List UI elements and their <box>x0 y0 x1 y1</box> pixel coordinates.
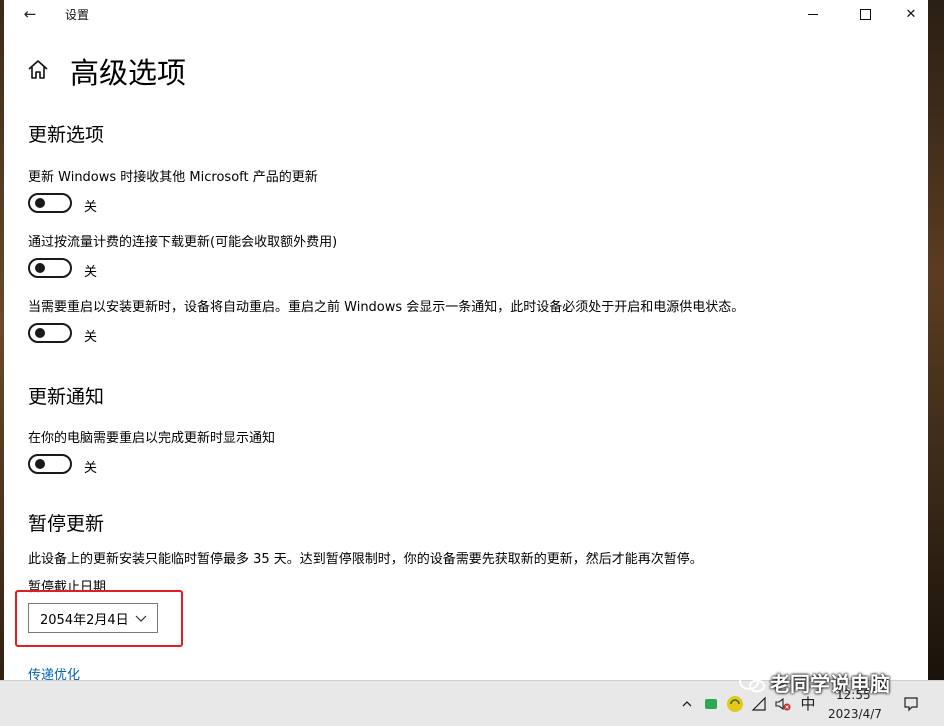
setting-label-auto-restart: 当需要重启以安装更新时，设备将自动重启。重启之前 Windows 会显示一条通知… <box>28 300 745 315</box>
title-bar: ← 设置 ✕ <box>4 0 928 28</box>
minimize-icon <box>808 13 818 15</box>
pause-date-dropdown[interactable]: 2054年2月4日 <box>28 603 158 633</box>
clock-time[interactable]: 12:55 <box>836 688 871 702</box>
network-icon <box>751 696 766 711</box>
toggle-knob <box>35 263 45 273</box>
back-button[interactable]: ← <box>18 4 42 24</box>
section-title-pause-updates: 暂停更新 <box>28 513 105 535</box>
setting-label-restart-notify: 在你的电脑需要重启以完成更新时显示通知 <box>28 431 276 446</box>
toggle-state-metered: 关 <box>84 265 98 280</box>
toggle-knob <box>35 198 45 208</box>
close-button[interactable]: ✕ <box>888 0 928 28</box>
toggle-state-other-products: 关 <box>84 200 98 215</box>
close-icon: ✕ <box>905 6 917 22</box>
tray-app-button[interactable] <box>700 681 722 726</box>
settings-window: ← 设置 ✕ 高级选项 更新选项 更新 Windows 时接收其他 Micros… <box>4 0 928 680</box>
minimize-button[interactable] <box>790 0 836 28</box>
page-title: 高级选项 <box>70 56 187 90</box>
window-title: 设置 <box>65 8 90 22</box>
home-icon[interactable] <box>26 58 50 82</box>
watermark-text: 老同学说电脑 <box>770 672 890 696</box>
toggle-auto-restart[interactable] <box>28 323 72 343</box>
setting-label-other-products: 更新 Windows 时接收其他 Microsoft 产品的更新 <box>28 170 318 185</box>
tray-app-icon <box>705 698 717 709</box>
notification-icon <box>904 696 918 711</box>
maximize-icon <box>859 8 871 20</box>
show-hidden-icons-button[interactable] <box>676 681 698 726</box>
section-title-update-notify: 更新通知 <box>28 386 105 408</box>
toggle-knob <box>35 328 45 338</box>
chevron-up-icon <box>682 700 692 706</box>
pause-date-value: 2054年2月4日 <box>40 612 129 628</box>
toggle-state-restart-notify: 关 <box>84 461 98 476</box>
chevron-down-icon <box>135 615 147 622</box>
sync-icon <box>727 695 743 712</box>
desktop-background <box>928 0 944 680</box>
delivery-optimization-link[interactable]: 传递优化 <box>28 664 80 680</box>
toggle-other-products[interactable] <box>28 193 72 213</box>
maximize-button[interactable] <box>842 0 888 28</box>
toggle-state-auto-restart: 关 <box>84 330 98 345</box>
back-arrow-icon: ← <box>23 5 37 23</box>
toggle-knob <box>35 459 45 469</box>
pause-description: 此设备上的更新安装只能临时暂停最多 35 天。达到暂停限制时，你的设备需要先获取… <box>28 552 703 567</box>
wechat-watermark-icon <box>739 674 765 693</box>
setting-label-metered: 通过按流量计费的连接下载更新(可能会收取额外费用) <box>28 235 338 250</box>
volume-muted-icon <box>775 697 791 710</box>
toggle-metered[interactable] <box>28 258 72 278</box>
clock-date[interactable]: 2023/4/7 <box>828 707 882 721</box>
toggle-restart-notify[interactable] <box>28 454 72 474</box>
section-title-update-options: 更新选项 <box>28 124 105 146</box>
notification-button[interactable] <box>896 681 926 726</box>
